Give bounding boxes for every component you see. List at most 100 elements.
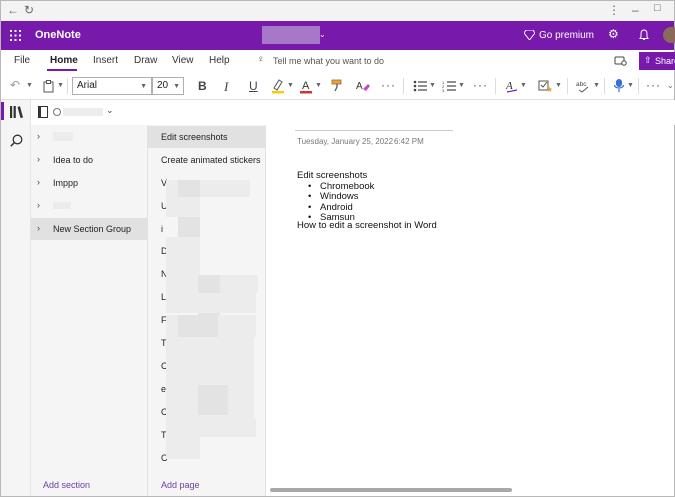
page-label: Edit screenshots (161, 132, 228, 142)
svg-text:abc: abc (576, 81, 587, 88)
section-item[interactable]: › Idea to do (31, 149, 148, 171)
svg-text:3: 3 (442, 88, 445, 92)
spelling-icon[interactable]: abc (576, 79, 592, 93)
separator (638, 78, 639, 94)
maximize-icon[interactable]: □ (654, 2, 661, 14)
more-paragraph-options[interactable]: ··· (473, 78, 488, 92)
tab-home[interactable]: Home (50, 55, 78, 66)
tab-view[interactable]: View (172, 55, 194, 66)
horizontal-scrollbar[interactable] (270, 488, 512, 492)
reload-icon[interactable]: ↻ (24, 3, 34, 17)
undo-icon[interactable]: ↶ (10, 78, 20, 92)
separator (604, 78, 605, 94)
undo-dropdown-icon[interactable]: ▼ (26, 82, 33, 89)
section-item[interactable]: › (31, 126, 148, 148)
tell-me-search[interactable]: Tell me what you want to do (273, 56, 384, 66)
avatar[interactable] (663, 27, 675, 43)
notebook-header[interactable]: ⌄ (31, 100, 675, 125)
page-label: i (161, 224, 163, 234)
font-size-combo[interactable]: 20 ▼ (152, 77, 184, 95)
font-size-value: 20 (157, 80, 169, 91)
dictate-icon[interactable] (613, 78, 625, 93)
page-item-selected[interactable]: Edit screenshots (148, 126, 266, 148)
note-time: 6:42 PM (394, 137, 424, 146)
chevron-right-icon: › (37, 223, 40, 233)
section-name-redacted (53, 132, 73, 141)
back-icon[interactable]: ← (7, 3, 19, 17)
sections-pane: › › Idea to do › Imppp › › New Section G… (31, 125, 148, 496)
share-button[interactable]: ⇧ Share (639, 52, 675, 70)
bullets-dropdown-icon[interactable]: ▼ (429, 82, 436, 89)
numbering-icon[interactable]: 1 2 3 (442, 80, 456, 92)
clipboard-icon[interactable] (43, 80, 54, 93)
chevron-right-icon: › (37, 177, 40, 187)
chevron-down-icon: ▼ (173, 83, 180, 90)
redaction-block (166, 437, 200, 459)
section-item[interactable]: › (31, 195, 148, 217)
add-section-link[interactable]: Add section (43, 480, 90, 490)
styles-dropdown-icon[interactable]: ▼ (520, 82, 527, 89)
clipboard-dropdown-icon[interactable]: ▼ (57, 82, 64, 89)
separator (67, 78, 68, 94)
search-icon[interactable] (10, 134, 23, 147)
redaction-block (178, 217, 200, 239)
chevron-right-icon: › (37, 131, 40, 141)
sync-icon[interactable] (614, 56, 627, 66)
gear-icon[interactable]: ⚙ (608, 27, 619, 41)
highlighter-dropdown-icon[interactable]: ▼ (287, 82, 294, 89)
chevron-down-icon[interactable]: ⌄ (319, 30, 326, 39)
app-launcher-icon[interactable] (10, 30, 21, 41)
share-label: Share (655, 56, 675, 66)
section-item[interactable]: › Imppp (31, 172, 148, 194)
ribbon-toolbar: ↶ ▼ ▼ Arial ▼ 20 ▼ B I U ▼ A ▼ A ··· ▼ 1 (1, 72, 674, 100)
bullets-icon[interactable] (413, 80, 427, 92)
highlighter-icon[interactable] (271, 78, 285, 94)
format-painter-icon[interactable] (331, 79, 344, 92)
redaction-block (178, 180, 200, 197)
minimize-icon[interactable]: – (632, 3, 639, 17)
go-premium-link[interactable]: Go premium (539, 30, 594, 41)
spelling-dropdown-icon[interactable]: ▼ (593, 82, 600, 89)
bold-button[interactable]: B (198, 79, 207, 93)
more-options[interactable]: ··· (646, 78, 661, 92)
add-page-link[interactable]: Add page (161, 480, 200, 490)
underline-button[interactable]: U (249, 79, 258, 93)
ribbon-tabs: File Home Insert Draw View Help ♀ Tell m… (1, 50, 675, 72)
chevron-down-icon: ▼ (140, 83, 147, 90)
note-heading[interactable]: Edit screenshots (297, 170, 367, 182)
chevron-down-icon[interactable]: ⌄ (106, 105, 114, 116)
styles-icon[interactable]: A (505, 78, 519, 94)
svg-text:A: A (356, 81, 363, 92)
svg-text:★: ★ (546, 85, 553, 93)
clear-formatting-icon[interactable]: A (356, 79, 370, 93)
redaction-block (166, 197, 200, 217)
tab-draw[interactable]: Draw (134, 55, 157, 66)
page-label: Create animated stickers (161, 155, 261, 165)
more-font-options[interactable]: ··· (381, 78, 396, 92)
tag-dropdown-icon[interactable]: ▼ (555, 82, 562, 89)
font-color-icon[interactable]: A (299, 78, 313, 94)
note-canvas[interactable]: Tuesday, January 25, 2022 6:42 PM Edit s… (267, 125, 674, 496)
bell-icon[interactable] (639, 29, 649, 41)
pages-pane: Edit screenshots Create animated sticker… (148, 125, 266, 496)
redaction-block (198, 385, 228, 415)
note-footer-line[interactable]: How to edit a screenshot in Word (297, 220, 437, 232)
page-item[interactable]: Create animated stickers (148, 149, 266, 171)
separator (495, 78, 496, 94)
app-title: OneNote (35, 29, 81, 41)
notebooks-icon[interactable] (10, 106, 23, 118)
font-color-dropdown-icon[interactable]: ▼ (315, 82, 322, 89)
browser-menu-icon[interactable]: ⋮ (608, 3, 620, 17)
section-item-selected[interactable]: › New Section Group (31, 218, 148, 240)
tab-insert[interactable]: Insert (93, 55, 118, 66)
tag-icon[interactable]: ★ (538, 79, 553, 93)
numbering-dropdown-icon[interactable]: ▼ (458, 82, 465, 89)
collapse-ribbon-icon[interactable]: ⌄ (667, 81, 674, 90)
font-name-combo[interactable]: Arial ▼ (72, 77, 152, 95)
dictate-dropdown-icon[interactable]: ▼ (627, 82, 634, 89)
tab-help[interactable]: Help (209, 55, 230, 66)
italic-button[interactable]: I (224, 79, 228, 95)
app-titlebar: OneNote ⌄ Go premium ⚙ (1, 21, 675, 50)
notebook-name-redacted[interactable] (262, 26, 320, 44)
tab-file[interactable]: File (14, 55, 30, 66)
